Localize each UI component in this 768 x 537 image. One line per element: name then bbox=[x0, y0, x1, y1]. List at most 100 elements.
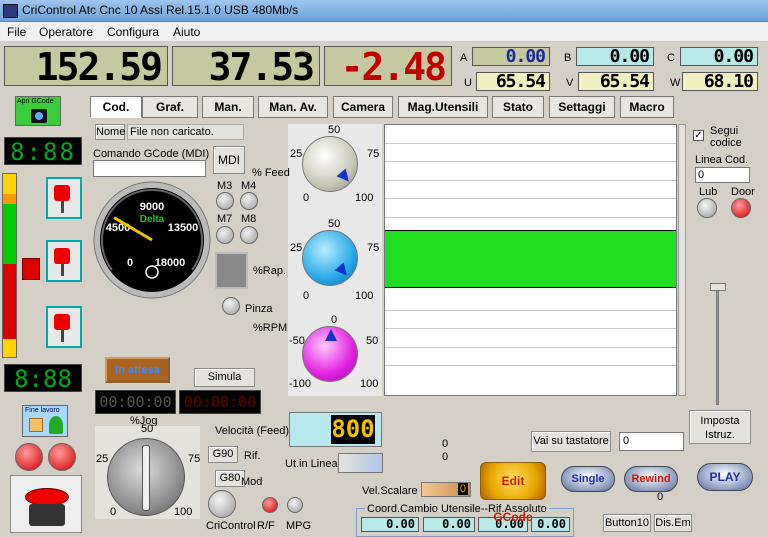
tree-icon bbox=[49, 416, 63, 434]
time-display-2: 8:88 bbox=[4, 364, 82, 393]
tab-stato[interactable]: Stato bbox=[492, 96, 544, 118]
rapid-knob[interactable] bbox=[302, 230, 358, 286]
menu-file[interactable]: File bbox=[7, 25, 26, 39]
title-bar: CriControl Atc Cnc 10 Assi Rel.15.1.0 US… bbox=[0, 0, 768, 22]
tab-camera[interactable]: Camera bbox=[333, 96, 393, 118]
counter-2: 0 bbox=[442, 451, 449, 463]
gauge-label-right: 13500 bbox=[168, 222, 199, 234]
mpg-label: MPG bbox=[286, 520, 312, 532]
dis-em-button[interactable]: Dis.Em bbox=[654, 514, 692, 532]
emergency-led-1 bbox=[15, 443, 43, 471]
axis-b-label: B bbox=[564, 52, 572, 64]
emergency-led-2 bbox=[48, 443, 76, 471]
mdi-label: Comando GCode (MDI) bbox=[93, 148, 210, 160]
mdi-button[interactable]: MDI bbox=[213, 146, 245, 174]
rpm-knob-label: %RPM bbox=[253, 322, 288, 334]
counter-1: 0 bbox=[442, 438, 449, 450]
rapid-knob-min: 0 bbox=[303, 290, 310, 302]
velocita-label: Velocità (Feed) bbox=[215, 425, 289, 437]
tool-clamp-icon-2[interactable] bbox=[46, 240, 82, 282]
lub-label: Lub bbox=[699, 186, 718, 198]
nome-value: File non caricato. bbox=[127, 124, 244, 140]
open-gcode-button[interactable]: Apri GCode bbox=[15, 96, 61, 126]
feed-knob[interactable] bbox=[302, 136, 358, 192]
tab-settaggi[interactable]: Settaggi bbox=[549, 96, 615, 118]
tab-macro[interactable]: Macro bbox=[620, 96, 674, 118]
feed-knob-max: 100 bbox=[355, 192, 374, 204]
menu-configura[interactable]: Configura bbox=[107, 25, 159, 39]
g90-label: Rif. bbox=[244, 450, 261, 462]
imposta-istruz-button[interactable]: Imposta Istruz. bbox=[689, 410, 751, 444]
tab-man-av[interactable]: Man. Av. bbox=[258, 96, 328, 118]
ut-in-linea-value bbox=[338, 453, 383, 473]
m7-label: M7 bbox=[217, 213, 233, 225]
g90-code[interactable]: G90 bbox=[208, 446, 238, 463]
gauge-title: Delta bbox=[140, 214, 165, 225]
red-indicator bbox=[22, 258, 40, 280]
edit-gcode-button[interactable]: Edit GCode bbox=[480, 462, 546, 524]
jog-knob-q3: 75 bbox=[188, 453, 201, 465]
mpg-led[interactable] bbox=[287, 497, 303, 513]
elapsed-time-display: 00:00:00 bbox=[95, 390, 176, 414]
feed-knob-q1: 25 bbox=[290, 148, 303, 160]
pinza-label: Pinza bbox=[245, 303, 273, 315]
door-led[interactable] bbox=[731, 198, 751, 218]
axis-c-label: C bbox=[667, 52, 675, 64]
lub-led[interactable] bbox=[697, 198, 717, 218]
tab-graf[interactable]: Graf. bbox=[142, 96, 198, 118]
rapid-knob-max: 100 bbox=[355, 290, 374, 302]
segui-codice-checkbox[interactable]: ✓ bbox=[693, 130, 704, 141]
button10[interactable]: Button10 bbox=[603, 514, 651, 532]
axis-u-value: 65.54 bbox=[476, 72, 550, 91]
end-work-button[interactable]: Fine lavoro bbox=[22, 405, 68, 437]
ut-in-linea-label: Ut.in Linea bbox=[285, 458, 338, 470]
tab-man[interactable]: Man. bbox=[202, 96, 254, 118]
rpm-knob[interactable] bbox=[302, 326, 358, 382]
speed-slider-thumb[interactable] bbox=[710, 283, 726, 291]
tab-mag-utensili[interactable]: Mag.Utensili bbox=[398, 96, 488, 118]
m4-led[interactable] bbox=[240, 192, 258, 210]
graph-scrollbar[interactable] bbox=[678, 124, 686, 396]
jog-knob-max: 100 bbox=[174, 506, 193, 518]
load-bar bbox=[2, 173, 17, 358]
m8-label: M8 bbox=[241, 213, 257, 225]
pinza-led[interactable] bbox=[222, 297, 240, 315]
tab-cod[interactable]: Cod. bbox=[90, 96, 142, 118]
mdi-input[interactable] bbox=[93, 160, 206, 177]
current-line-highlight bbox=[385, 230, 676, 288]
simula-button[interactable]: Simula bbox=[194, 368, 255, 387]
velocita-display: 800 bbox=[289, 412, 382, 447]
rpm-knob-n100: -100 bbox=[289, 378, 312, 390]
m3-led[interactable] bbox=[216, 192, 234, 210]
rpm-knob-p100: 100 bbox=[360, 378, 379, 390]
linea-input[interactable]: 0 bbox=[695, 167, 750, 183]
program-graph bbox=[384, 124, 677, 396]
coord-value-4: 0.00 bbox=[531, 517, 570, 532]
tool-clamp-icon-3[interactable] bbox=[46, 306, 82, 348]
m8-led[interactable] bbox=[240, 226, 258, 244]
delta-gauge: 9000 Delta 4500 13500 18000 0 bbox=[93, 181, 211, 299]
dro-x: 152.59 bbox=[4, 46, 168, 86]
feed-knob-q3: 75 bbox=[367, 148, 380, 160]
vai-tastatore-input[interactable]: 0 bbox=[619, 432, 684, 451]
rf-led[interactable] bbox=[262, 497, 278, 513]
tool-clamp-icon-1[interactable] bbox=[46, 177, 82, 219]
axis-c-value: 0.00 bbox=[680, 47, 758, 66]
m7-led[interactable] bbox=[216, 226, 234, 244]
cricontrol-led[interactable] bbox=[208, 490, 236, 518]
rpm-knob-p50: 50 bbox=[366, 335, 379, 347]
vai-tastatore-button[interactable]: Vai su tastatore bbox=[531, 431, 611, 452]
open-gcode-label: Apri GCode bbox=[17, 98, 54, 105]
emergency-stop-button[interactable] bbox=[10, 475, 82, 533]
m4-label: M4 bbox=[241, 180, 257, 192]
menu-operatore[interactable]: Operatore bbox=[39, 25, 93, 39]
rapid-knob-q1: 25 bbox=[290, 242, 303, 254]
jog-knob-q1: 25 bbox=[96, 453, 109, 465]
jog-knob[interactable] bbox=[107, 438, 185, 516]
single-button[interactable]: Single bbox=[561, 466, 615, 492]
play-button[interactable]: PLAY bbox=[697, 463, 753, 491]
rewind-button[interactable]: Rewind bbox=[624, 466, 678, 492]
camera-icon bbox=[31, 109, 47, 123]
speed-slider-track[interactable] bbox=[716, 287, 719, 405]
menu-aiuto[interactable]: Aiuto bbox=[173, 25, 200, 39]
